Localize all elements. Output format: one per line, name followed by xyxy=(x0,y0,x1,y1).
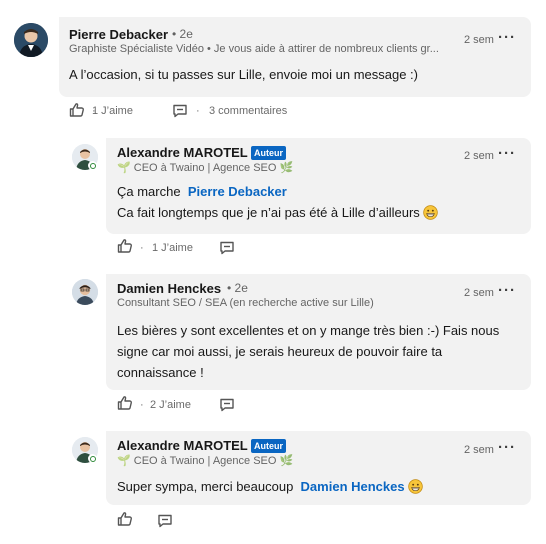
like-count[interactable]: 1 J’aime xyxy=(152,242,193,254)
more-options-icon[interactable]: ··· xyxy=(498,283,516,298)
separator: · xyxy=(140,399,144,411)
comment-text: A l’occasion, si tu passes sur Lille, en… xyxy=(69,67,419,82)
grinning-face-icon xyxy=(408,479,423,494)
online-status-icon xyxy=(88,454,97,463)
avatar[interactable] xyxy=(14,23,48,57)
reply-icon[interactable] xyxy=(219,240,235,261)
reply-timestamp: 2 sem xyxy=(464,150,494,162)
comment-timestamp: 2 sem xyxy=(464,34,494,46)
more-options-icon[interactable]: ··· xyxy=(498,146,516,161)
leaf-icon: 🌿 xyxy=(279,455,294,467)
connection-degree: • 2e xyxy=(227,281,248,295)
avatar[interactable] xyxy=(72,279,98,305)
like-count[interactable]: 1 J’aime xyxy=(92,105,133,117)
leaf-icon: 🌿 xyxy=(279,162,294,174)
sprout-icon: 🌱 xyxy=(117,455,131,467)
grinning-face-icon xyxy=(423,205,439,220)
thumbs-up-icon[interactable] xyxy=(117,511,133,532)
author-headline: Graphiste Spécialiste Vidéo • Je vous ai… xyxy=(69,43,439,55)
author-badge: Auteur xyxy=(251,146,286,160)
author-badge: Auteur xyxy=(251,439,286,453)
author-headline: 🌱 CEO à Twaino | Agence SEO 🌿 xyxy=(117,162,294,174)
online-status-icon xyxy=(88,161,97,170)
mention-link[interactable]: Pierre Debacker xyxy=(188,184,287,199)
reply-icon[interactable] xyxy=(172,103,188,124)
separator: · xyxy=(196,105,200,117)
author-headline: 🌱 CEO à Twaino | Agence SEO 🌿 xyxy=(117,455,294,467)
separator: · xyxy=(140,242,144,254)
more-options-icon[interactable]: ··· xyxy=(498,440,516,455)
reply-timestamp: 2 sem xyxy=(464,444,494,456)
reply-icon[interactable] xyxy=(157,513,173,534)
reply-author-name[interactable]: Damien Henckes xyxy=(117,281,221,296)
comments-count[interactable]: 3 commentaires xyxy=(209,105,287,117)
mention-link[interactable]: Damien Henckes xyxy=(301,479,405,494)
reply-timestamp: 2 sem xyxy=(464,287,494,299)
thumbs-up-icon[interactable] xyxy=(117,395,133,416)
separator: · xyxy=(92,105,96,117)
more-options-icon[interactable]: ··· xyxy=(498,30,516,45)
like-count[interactable]: 2 J’aime xyxy=(150,399,191,411)
reply-icon[interactable] xyxy=(219,397,235,418)
connection-degree: • 2e xyxy=(172,27,193,41)
reply-text: Ça marche Pierre Debacker Ca fait longte… xyxy=(117,181,517,223)
reply-author-name[interactable]: Alexandre MAROTEL xyxy=(117,145,248,160)
reply-text: Les bières y sont excellentes et on y ma… xyxy=(117,323,500,380)
thumbs-up-icon[interactable] xyxy=(69,102,85,123)
author-headline: Consultant SEO / SEA (en recherche activ… xyxy=(117,297,374,309)
reply-text: Super sympa, merci beaucoup Damien Henck… xyxy=(117,476,517,497)
thumbs-up-icon[interactable] xyxy=(117,238,133,259)
comment-author-name[interactable]: Pierre Debacker xyxy=(69,27,168,42)
reply-author-name[interactable]: Alexandre MAROTEL xyxy=(117,438,248,453)
sprout-icon: 🌱 xyxy=(117,162,131,174)
